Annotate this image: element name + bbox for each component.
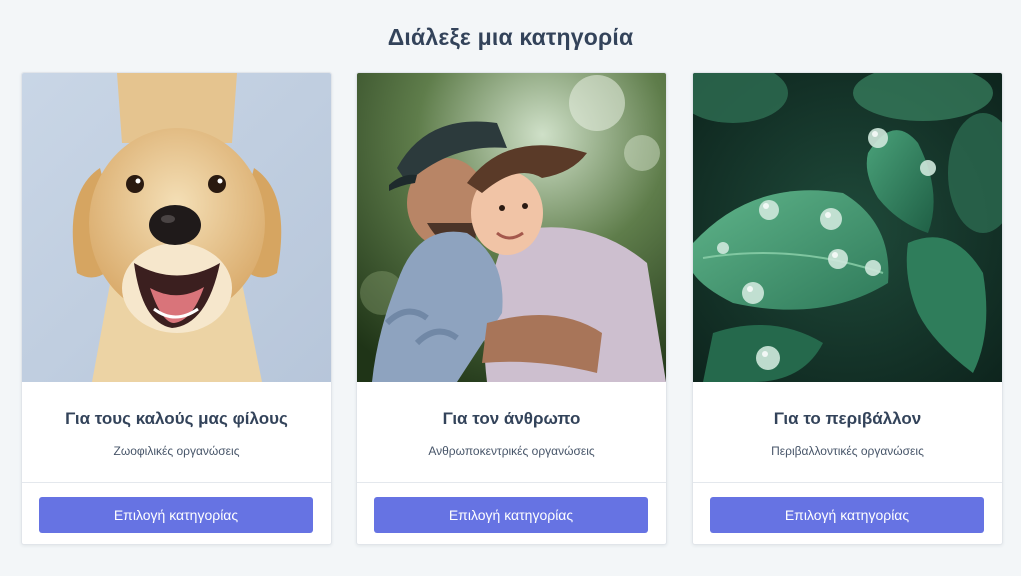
- card-subtitle: Περιβαλλοντικές οργανώσεις: [771, 444, 924, 458]
- card-title: Για το περιβάλλον: [773, 409, 922, 428]
- page-title: Διάλεξε μια κατηγορία: [387, 24, 634, 50]
- dog-photo-icon: [22, 73, 331, 382]
- category-card-people: Για τον άνθρωπο Ανθρωποκεντρικές οργανώσ…: [356, 72, 667, 545]
- card-divider: [357, 482, 666, 483]
- card-subtitle: Ζωοφιλικές οργανώσεις: [113, 444, 240, 458]
- card-title: Για τους καλούς μας φίλους: [65, 409, 288, 428]
- category-page: Διάλεξε μια κατηγορία Για τους καλούς μα…: [0, 0, 1021, 576]
- leaves-photo-icon: [693, 73, 1002, 382]
- father-child-photo-icon: [357, 73, 666, 382]
- card-subtitle: Ανθρωποκεντρικές οργανώσεις: [428, 444, 595, 458]
- select-category-button[interactable]: Επιλογή κατηγορίας: [710, 497, 984, 533]
- select-category-button[interactable]: Επιλογή κατηγορίας: [39, 497, 313, 533]
- card-title: Για τον άνθρωπο: [442, 409, 581, 428]
- category-card-environment: Για το περιβάλλον Περιβαλλοντικές οργανώ…: [692, 72, 1003, 545]
- category-card-animals: Για τους καλούς μας φίλους Ζωοφιλικές ορ…: [21, 72, 332, 545]
- card-divider: [22, 482, 331, 483]
- select-category-button[interactable]: Επιλογή κατηγορίας: [374, 497, 648, 533]
- card-divider: [693, 482, 1002, 483]
- category-cards: Για τους καλούς μας φίλους Ζωοφιλικές ορ…: [21, 72, 1003, 545]
